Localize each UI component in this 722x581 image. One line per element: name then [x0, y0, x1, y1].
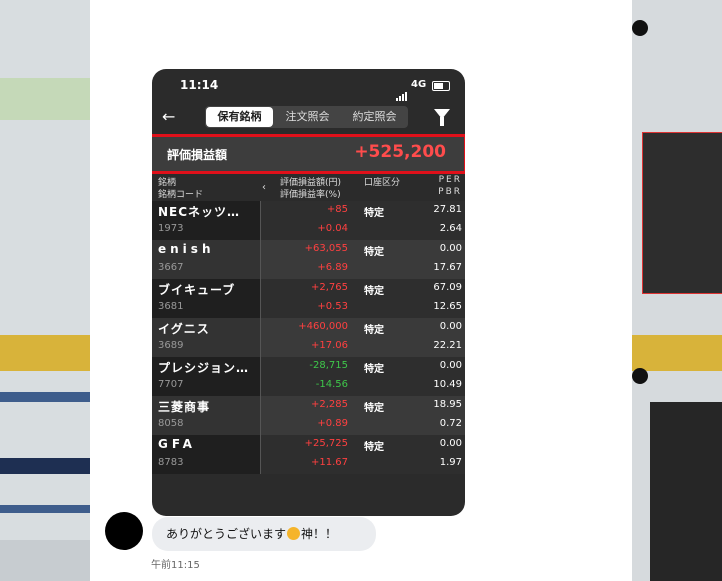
tab-orders[interactable]: 注文照会 [274, 106, 341, 128]
previous-image-icon[interactable] [109, 267, 133, 313]
header-code: 銘柄コード [158, 190, 204, 200]
table-row[interactable]: ブイキューブ 3681 +2,765 +0.53 特定 67.09 12.65 [152, 279, 465, 318]
pl-amount: +460,000 [298, 321, 348, 332]
back-arrow-icon[interactable]: ← [162, 105, 175, 129]
header-account: 口座区分 [364, 178, 401, 188]
chevron-left-icon[interactable]: ‹ [262, 182, 266, 193]
profit-loss-label: 評価損益額 [167, 148, 228, 162]
header-per: PER [438, 175, 462, 185]
pl-rate: +0.89 [317, 418, 348, 429]
stock-name: GFA [158, 437, 196, 451]
account-type: 特定 [364, 403, 384, 414]
pl-amount: +2,765 [310, 282, 348, 293]
per-value: 67.09 [433, 282, 462, 293]
account-type: 特定 [364, 247, 384, 258]
stock-code: 3681 [158, 301, 184, 312]
stock-code: 3689 [158, 340, 184, 351]
table-header: 銘柄 銘柄コード ‹ 評価損益額(円) 評価損益率(%) 口座区分 PER PB… [152, 174, 465, 200]
background-right-panel [632, 0, 722, 581]
pbr-value: 12.65 [433, 301, 462, 312]
account-type: 特定 [364, 208, 384, 219]
background-left-panel [0, 0, 90, 581]
pl-rate: +6.89 [317, 262, 348, 273]
stock-name: enish [158, 242, 215, 256]
nav-bar: ← 保有銘柄 注文照会 約定照会 [152, 105, 465, 129]
stock-code: 1973 [158, 223, 184, 234]
account-type: 特定 [364, 442, 384, 453]
chat-bubble: ありがとうございます 神！！ [152, 517, 376, 551]
pl-amount: -28,715 [309, 360, 348, 371]
network-type: 4G [411, 79, 427, 90]
chat-message-part1: ありがとうございます [166, 527, 287, 541]
pbr-value: 2.64 [439, 223, 462, 234]
tab-executions[interactable]: 約定照会 [341, 106, 408, 128]
pl-rate: +11.67 [310, 457, 348, 468]
profit-loss-value: +525,200 [354, 142, 446, 162]
stock-code: 7707 [158, 379, 184, 390]
signal-icon [396, 82, 408, 101]
profit-loss-summary: 評価損益額 +525,200 [152, 134, 465, 174]
per-value: 0.00 [439, 321, 462, 332]
stock-code: 8783 [158, 457, 184, 468]
per-value: 0.00 [439, 243, 462, 254]
pl-rate: +0.04 [317, 223, 348, 234]
pl-rate: +0.53 [317, 301, 348, 312]
account-type: 特定 [364, 364, 384, 375]
stock-code: 8058 [158, 418, 184, 429]
stock-name: イグニス [158, 322, 210, 336]
smile-emoji-icon [287, 527, 301, 540]
pl-rate: -14.56 [315, 379, 348, 390]
status-bar: 11:14 4G [152, 69, 465, 103]
pl-rate: +17.06 [310, 340, 348, 351]
account-type: 特定 [364, 286, 384, 297]
tab-group: 保有銘柄 注文照会 約定照会 [205, 106, 408, 128]
per-value: 18.95 [433, 399, 462, 410]
status-time: 11:14 [180, 78, 219, 92]
per-value: 0.00 [439, 360, 462, 371]
stock-name: プレシジョン… [158, 361, 250, 375]
pbr-value: 22.21 [433, 340, 462, 351]
holdings-table: NECネッツ… 1973 +85 +0.04 特定 27.81 2.64 eni… [152, 201, 465, 474]
stock-code: 3667 [158, 262, 184, 273]
battery-icon [432, 81, 450, 91]
table-row[interactable]: 三菱商事 8058 +2,285 +0.89 特定 18.95 0.72 [152, 396, 465, 435]
pl-amount: +63,055 [304, 243, 348, 254]
message-time: 午前11:15 [151, 560, 200, 571]
per-value: 0.00 [439, 438, 462, 449]
chat-message-part2: 神！！ [301, 527, 338, 541]
pl-amount: +25,725 [304, 438, 348, 449]
table-row[interactable]: プレシジョン… 7707 -28,715 -14.56 特定 0.00 10.4… [152, 357, 465, 396]
pbr-value: 0.72 [439, 418, 462, 429]
table-row[interactable]: enish 3667 +63,055 +6.89 特定 0.00 17.67 [152, 240, 465, 279]
filter-icon[interactable] [434, 109, 450, 126]
pbr-value: 17.67 [433, 262, 462, 273]
pl-amount: +2,285 [310, 399, 348, 410]
per-value: 27.81 [433, 204, 462, 215]
avatar[interactable] [105, 512, 143, 550]
stock-name: NECネッツ… [158, 205, 241, 219]
table-row[interactable]: GFA 8783 +25,725 +11.67 特定 0.00 1.97 [152, 435, 465, 474]
tab-holdings[interactable]: 保有銘柄 [206, 107, 273, 127]
account-type: 特定 [364, 325, 384, 336]
header-pl-rate: 評価損益率(%) [280, 190, 341, 200]
pl-amount: +85 [326, 204, 348, 215]
stock-name: 三菱商事 [158, 400, 211, 414]
table-row[interactable]: イグニス 3689 +460,000 +17.06 特定 0.00 22.21 [152, 318, 465, 357]
phone-screenshot: 11:14 4G ← 保有銘柄 注文照会 約定照会 評価損益額 +525,200… [152, 69, 465, 516]
pbr-value: 1.97 [439, 457, 462, 468]
table-row[interactable]: NECネッツ… 1973 +85 +0.04 特定 27.81 2.64 [152, 201, 465, 240]
stock-name: ブイキューブ [158, 283, 236, 297]
header-pbr: PBR [438, 187, 462, 197]
pbr-value: 10.49 [433, 379, 462, 390]
